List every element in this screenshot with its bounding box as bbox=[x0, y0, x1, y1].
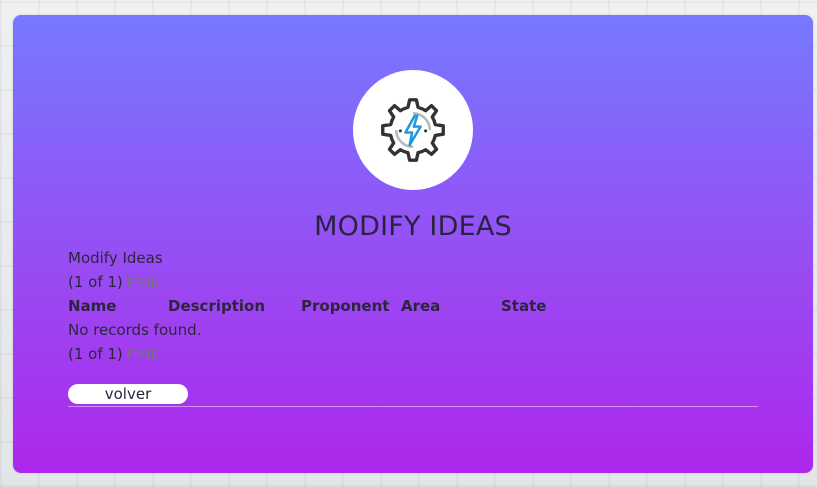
page-report: (1 of 1) bbox=[68, 273, 123, 291]
content-area: Modify Ideas (1 of 1) FPNE Name Descript… bbox=[68, 246, 758, 366]
page-links[interactable]: FPNE bbox=[127, 271, 159, 295]
empty-message: No records found. bbox=[68, 321, 202, 339]
panel-subtitle: Modify Ideas bbox=[68, 249, 163, 267]
table-header: Name Description Proponent Area State bbox=[68, 294, 758, 318]
gear-lightning-icon bbox=[381, 98, 445, 162]
page-links[interactable]: FPNE bbox=[127, 343, 159, 367]
column-header-name[interactable]: Name bbox=[68, 294, 168, 318]
paginator-top: (1 of 1) FPNE bbox=[68, 270, 758, 294]
page-report: (1 of 1) bbox=[68, 345, 123, 363]
main-card: MODIFY IDEAS Modify Ideas (1 of 1) FPNE … bbox=[13, 15, 813, 473]
back-button[interactable]: volver bbox=[68, 384, 188, 404]
logo-circle bbox=[353, 70, 473, 190]
paginator-bottom: (1 of 1) FPNE bbox=[68, 342, 758, 366]
column-header-state[interactable]: State bbox=[501, 294, 581, 318]
column-header-proponent[interactable]: Proponent bbox=[301, 294, 401, 318]
back-row: volver bbox=[68, 384, 758, 407]
column-header-area[interactable]: Area bbox=[401, 294, 501, 318]
column-header-description[interactable]: Description bbox=[168, 294, 301, 318]
page-title: MODIFY IDEAS bbox=[314, 211, 512, 242]
